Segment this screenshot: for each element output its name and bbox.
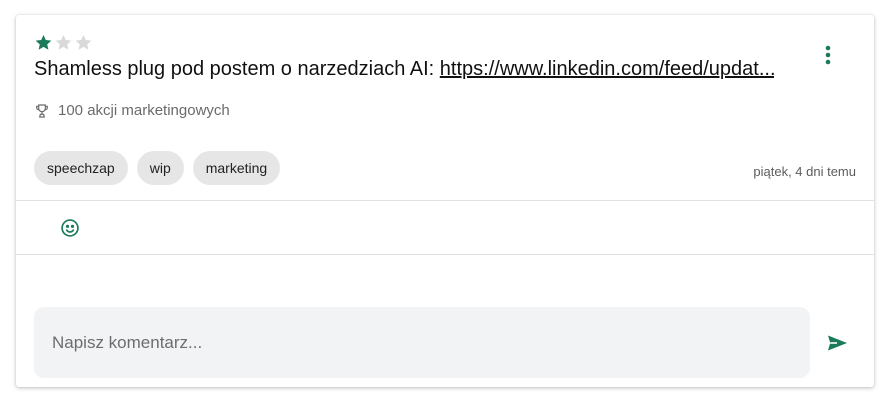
smiley-icon <box>61 219 79 237</box>
star-1 <box>35 34 52 50</box>
tag-list: speechzap wip marketing <box>34 151 281 185</box>
star-icon[interactable] <box>34 33 53 52</box>
add-reaction-button[interactable] <box>59 217 81 239</box>
star-icon[interactable] <box>54 33 73 52</box>
post-title-text: Shamless plug pod postem o narzedziach A… <box>34 58 440 80</box>
post-link[interactable]: https://www.linkedin.com/feed/updat... <box>440 58 774 80</box>
trophy-icon <box>36 103 48 118</box>
goal-row: 100 akcji marketingowych <box>34 102 230 119</box>
star-3 <box>75 34 92 50</box>
more-vertical-icon <box>825 45 831 65</box>
more-options-button[interactable] <box>816 43 840 67</box>
send-icon <box>827 335 847 351</box>
star-rating[interactable] <box>34 33 93 52</box>
star-icon[interactable] <box>74 33 93 52</box>
post-date: piątek, 4 dni temu <box>753 164 856 179</box>
post-title: Shamless plug pod postem o narzedziach A… <box>34 57 774 81</box>
star-2 <box>55 34 72 50</box>
divider <box>16 254 874 255</box>
send-comment-button[interactable] <box>825 332 849 354</box>
post-card: Shamless plug pod postem o narzedziach A… <box>16 15 874 387</box>
tag-chip[interactable]: speechzap <box>34 151 128 185</box>
goal-label: 100 akcji marketingowych <box>58 102 230 119</box>
tag-chip[interactable]: marketing <box>192 151 281 185</box>
divider <box>16 200 874 201</box>
comment-input[interactable] <box>34 307 810 378</box>
tag-chip[interactable]: wip <box>136 151 184 185</box>
